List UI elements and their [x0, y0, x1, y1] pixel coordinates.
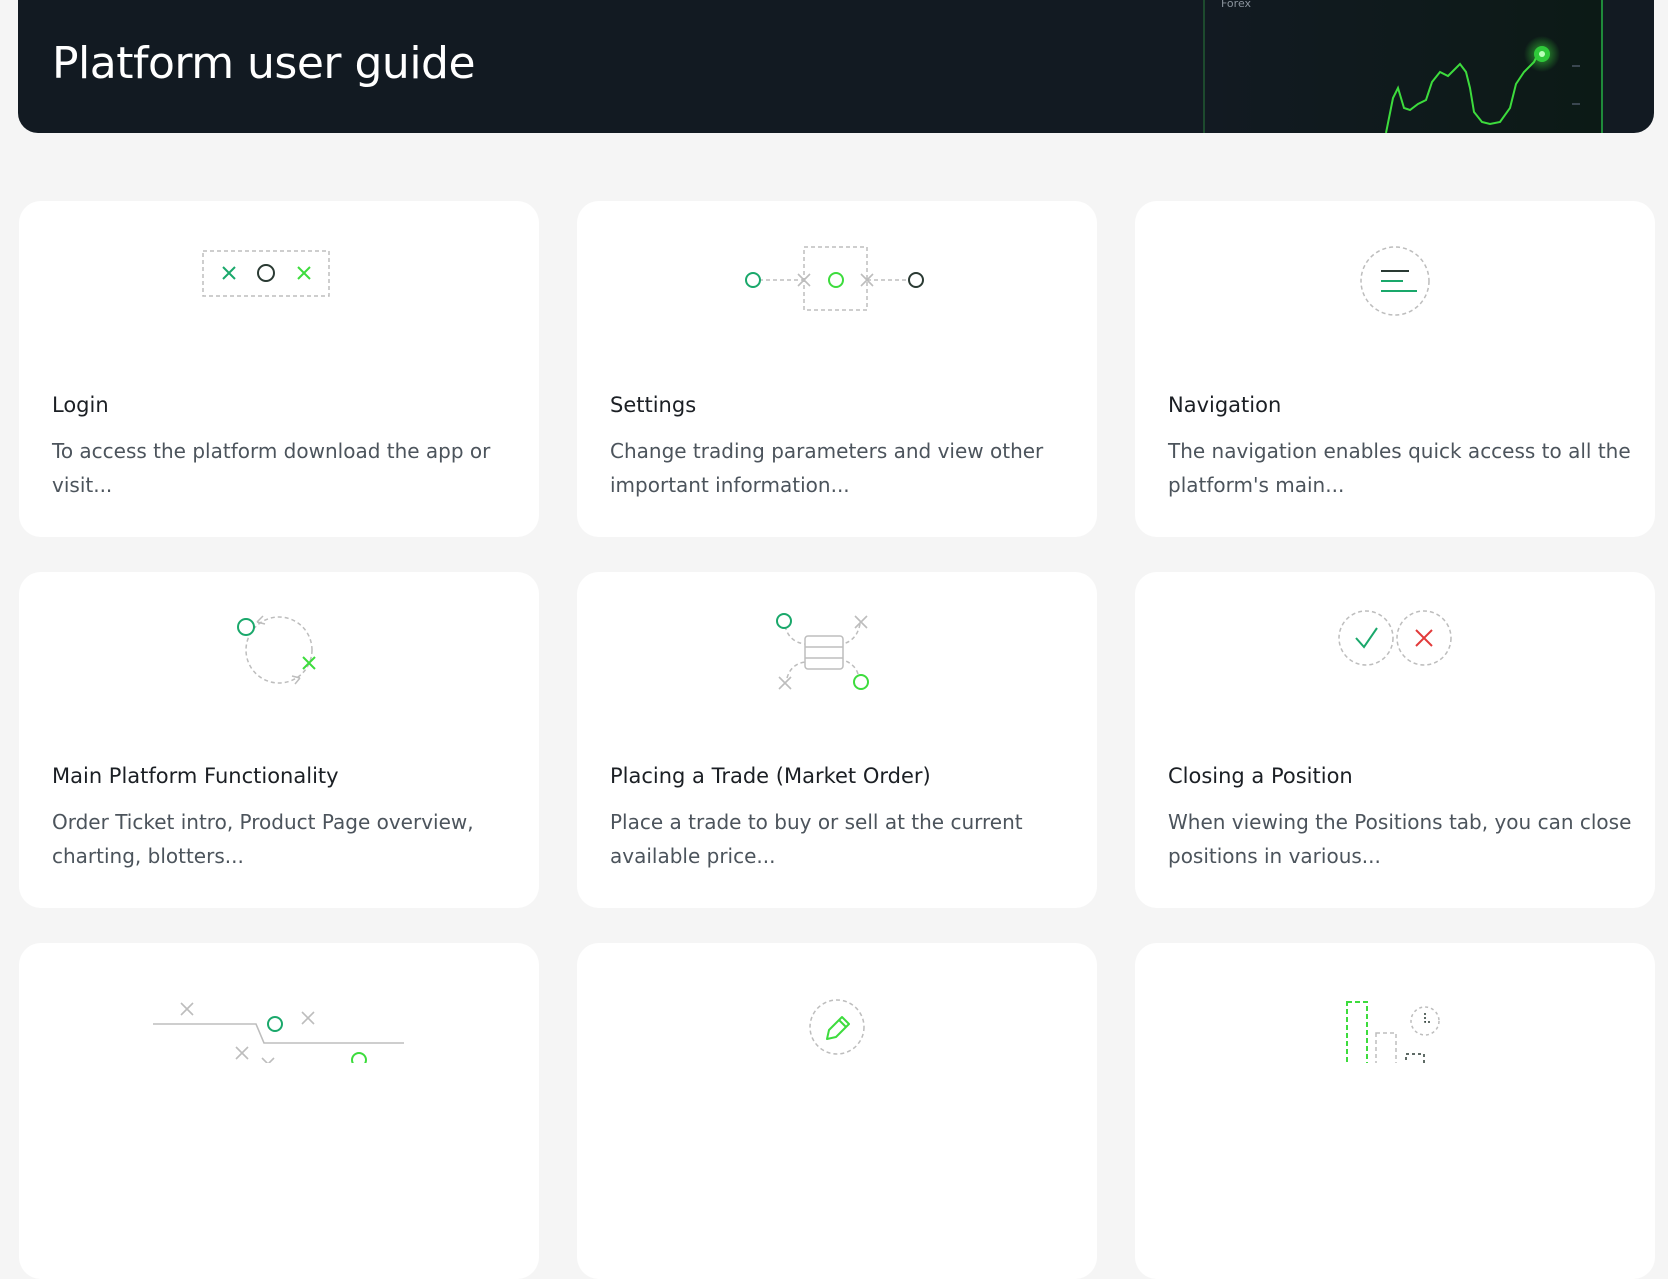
- hero-chart-illustration: [1203, 0, 1603, 133]
- guide-card-navigation[interactable]: Navigation The navigation enables quick …: [1135, 201, 1655, 537]
- guide-card-login[interactable]: Login To access the platform download th…: [19, 201, 539, 537]
- login-icon: [202, 250, 330, 297]
- order-flow-icon: [153, 1002, 404, 1063]
- guide-card-main-functionality[interactable]: Main Platform Functionality Order Ticket…: [19, 572, 539, 908]
- card-title: Settings: [610, 393, 697, 417]
- functionality-icon: [237, 615, 316, 685]
- settings-icon: [745, 246, 924, 311]
- guide-card-chart[interactable]: [1135, 943, 1655, 1279]
- guide-card-closing-position[interactable]: Closing a Position When viewing the Posi…: [1135, 572, 1655, 908]
- card-title: Navigation: [1168, 393, 1282, 417]
- card-title: Placing a Trade (Market Order): [610, 764, 931, 788]
- card-description: Place a trade to buy or sell at the curr…: [610, 810, 1023, 868]
- trade-icon: [776, 613, 869, 690]
- card-description: Change trading parameters and view other…: [610, 439, 1044, 497]
- hero-banner: Platform user guide Forex: [18, 0, 1654, 133]
- hero-tag: Forex: [1221, 0, 1252, 10]
- edit-pencil-icon: [809, 999, 865, 1055]
- card-description: To access the platform download the app …: [52, 439, 491, 497]
- chart-bars-icon: [1346, 1001, 1440, 1063]
- navigation-icon: [1360, 246, 1430, 316]
- guide-card-settings[interactable]: Settings Change trading parameters and v…: [577, 201, 1097, 537]
- guide-card-edit[interactable]: [577, 943, 1097, 1279]
- card-title: Closing a Position: [1168, 764, 1353, 788]
- page-title: Platform user guide: [52, 38, 476, 89]
- card-title: Main Platform Functionality: [52, 764, 339, 788]
- guide-card-orders[interactable]: [19, 943, 539, 1279]
- close-position-icon: [1338, 610, 1452, 666]
- card-description: Order Ticket intro, Product Page overvie…: [52, 810, 474, 868]
- card-title: Login: [52, 393, 109, 417]
- card-description: The navigation enables quick access to a…: [1168, 439, 1631, 497]
- card-description: When viewing the Positions tab, you can …: [1168, 810, 1632, 868]
- guide-card-placing-trade[interactable]: Placing a Trade (Market Order) Place a t…: [577, 572, 1097, 908]
